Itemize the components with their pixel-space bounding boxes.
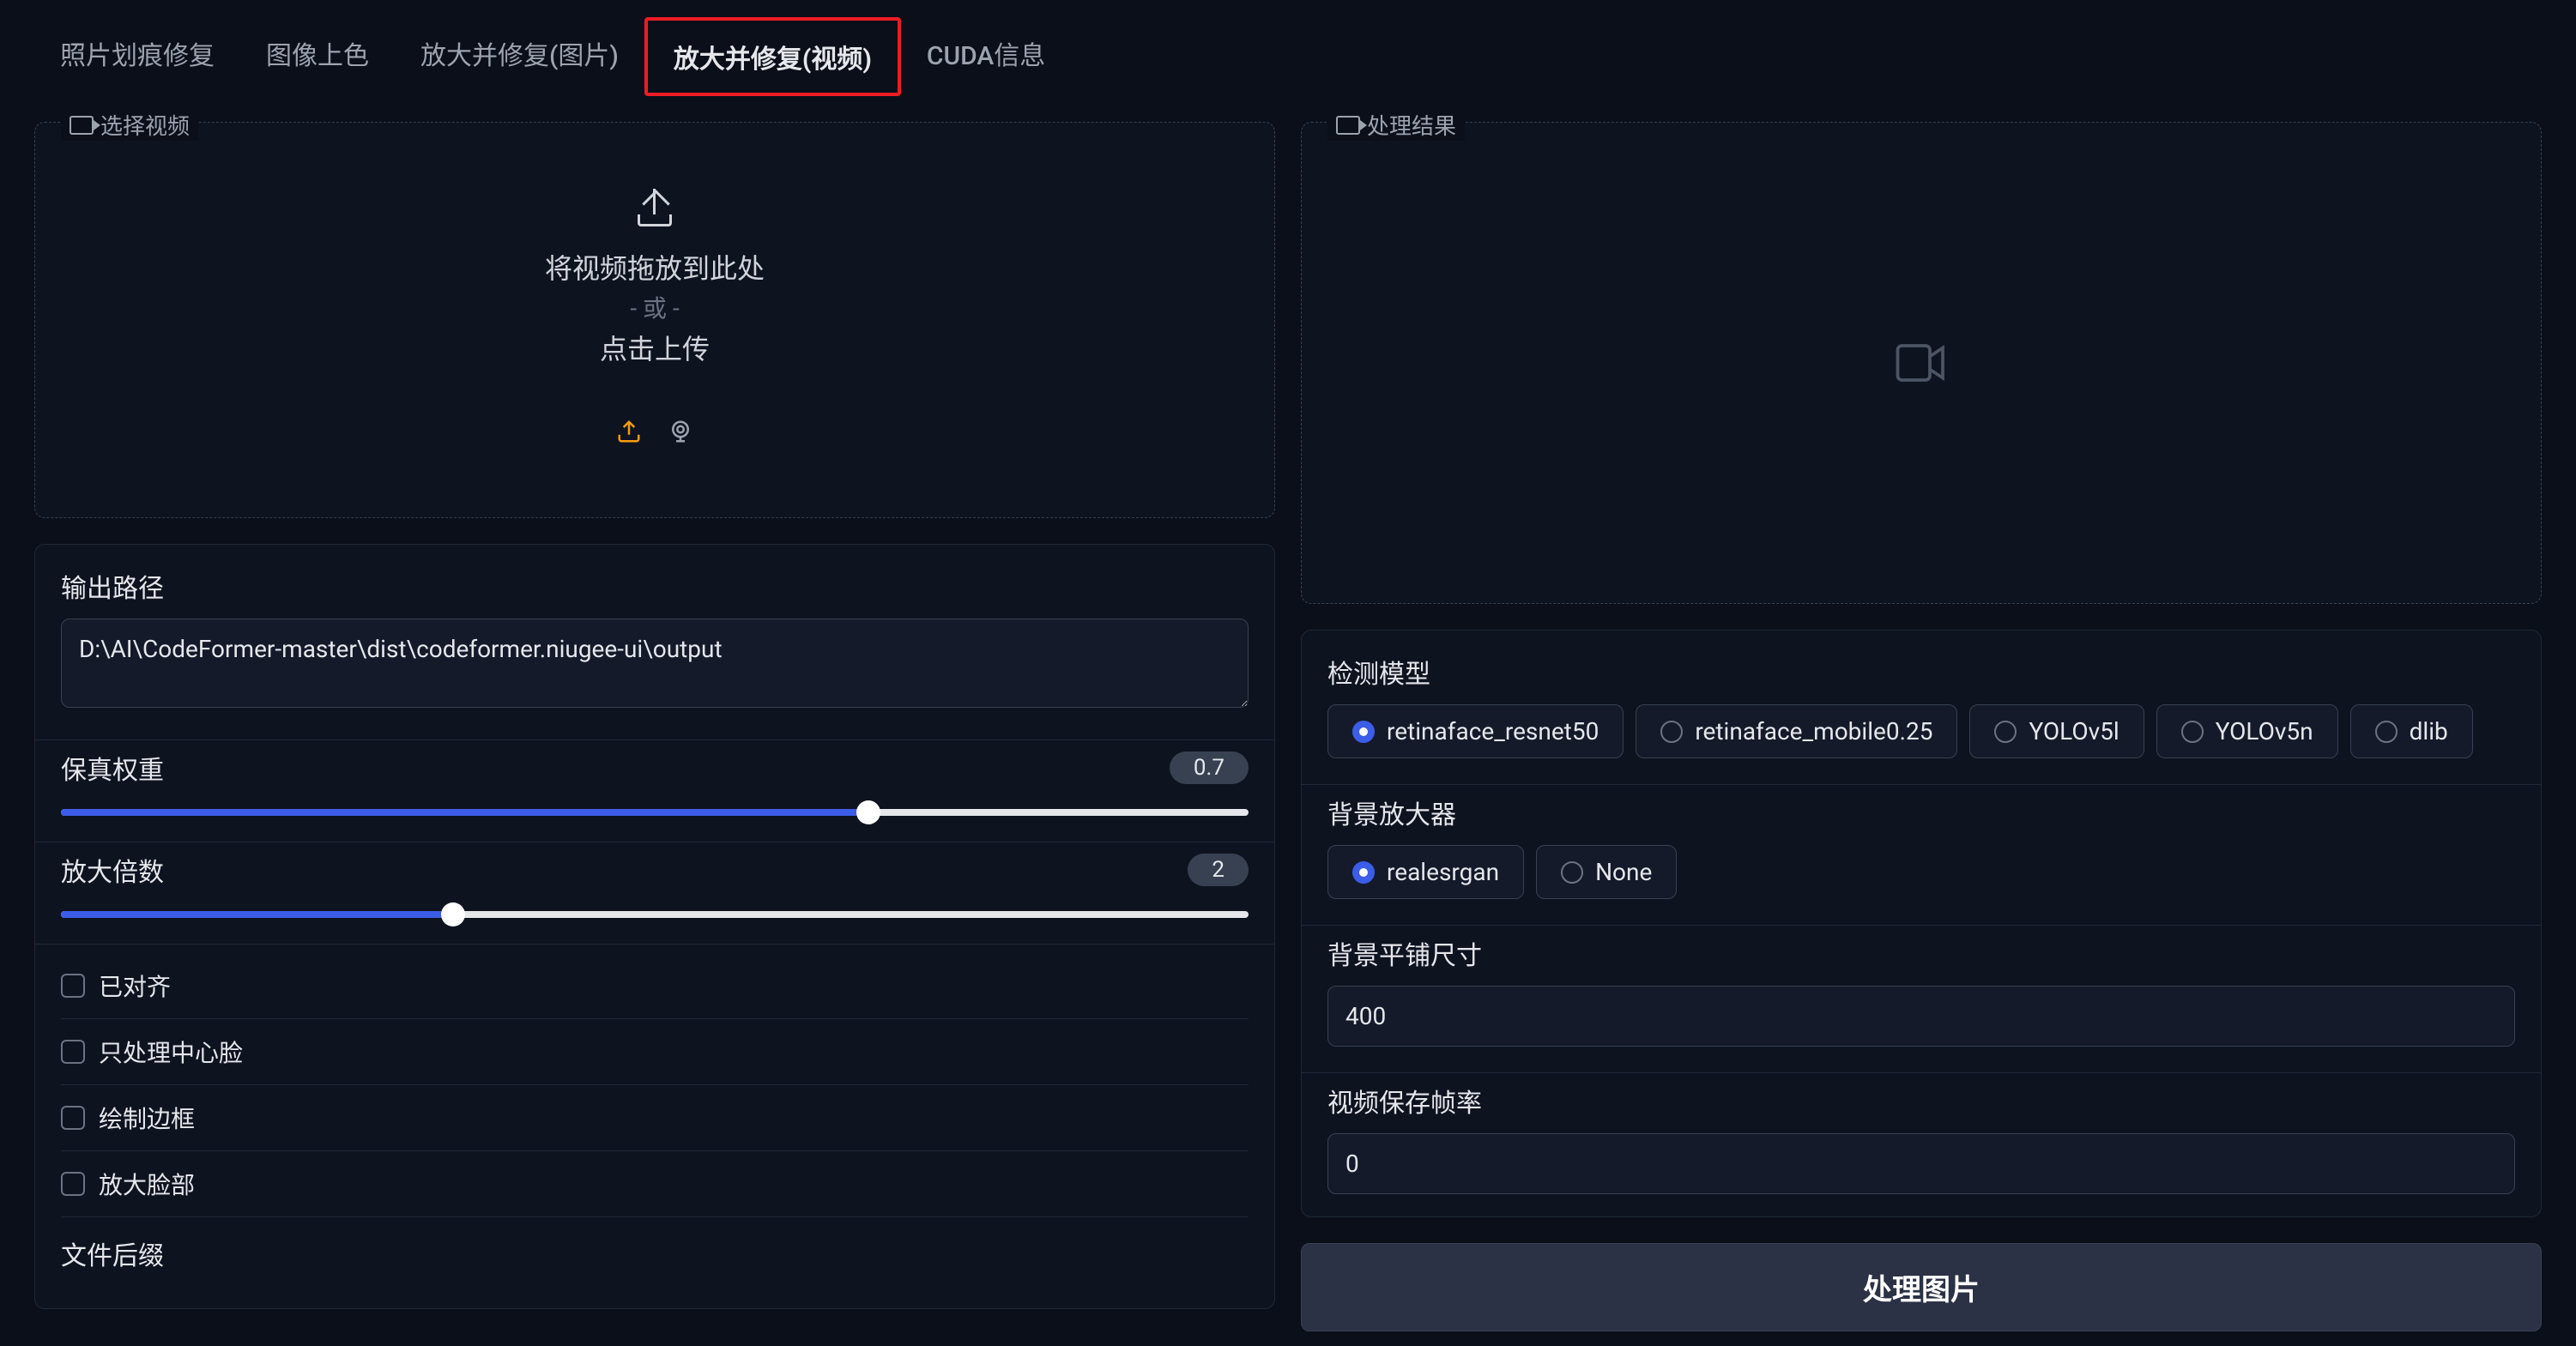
center-face-checkbox[interactable]: 只处理中心脸 [61, 1019, 1249, 1085]
video-fps-input[interactable] [1327, 1133, 2515, 1194]
result-panel: 处理结果 [1301, 122, 2542, 604]
checkbox-icon [61, 1040, 85, 1064]
radio-label: retinaface_mobile0.25 [1695, 717, 1932, 745]
draw-box-label: 绘制边框 [99, 1101, 195, 1135]
checkbox-icon [61, 974, 85, 998]
radio-icon [1994, 721, 2017, 743]
fidelity-label: 保真权重 [61, 749, 164, 787]
radio-icon [1352, 721, 1375, 743]
radio-icon [1352, 861, 1375, 884]
detect-model-retinaface-mobile[interactable]: retinaface_mobile0.25 [1636, 704, 1957, 758]
file-suffix-label: 文件后缀 [61, 1234, 1249, 1272]
right-form-panel: 检测模型 retinaface_resnet50 retinaface_mobi… [1301, 630, 2542, 1217]
left-form-panel: 输出路径 保真权重 0.7 放大倍数 2 [34, 544, 1275, 1309]
radio-icon [2181, 721, 2204, 743]
radio-label: realesrgan [1387, 858, 1499, 886]
upscale-face-checkbox[interactable]: 放大脸部 [61, 1151, 1249, 1217]
radio-icon [1660, 721, 1683, 743]
bg-tile-label: 背景平铺尺寸 [1327, 934, 2515, 972]
checkbox-icon [61, 1172, 85, 1196]
upload-click-text: 点击上传 [600, 328, 710, 367]
upload-dropzone[interactable]: 将视频拖放到此处 - 或 - 点击上传 [52, 140, 1257, 500]
detect-model-label: 检测模型 [1327, 653, 2515, 691]
aligned-checkbox[interactable]: 已对齐 [61, 953, 1249, 1019]
upload-or-text: - 或 - [630, 290, 679, 324]
tab-colorize[interactable]: 图像上色 [240, 17, 395, 96]
radio-label: YOLOv5n [2216, 717, 2313, 745]
process-button[interactable]: 处理图片 [1301, 1243, 2542, 1331]
tab-cuda-info[interactable]: CUDA信息 [901, 17, 1071, 96]
radio-icon [1561, 861, 1583, 884]
aligned-label: 已对齐 [99, 969, 171, 1003]
output-path-input[interactable] [61, 619, 1249, 708]
upload-icon [634, 189, 675, 230]
upscale-value: 2 [1188, 854, 1249, 886]
tab-upscale-image[interactable]: 放大并修复(图片) [395, 17, 644, 96]
radio-label: dlib [2410, 717, 2448, 745]
result-placeholder [1319, 140, 2524, 586]
draw-box-checkbox[interactable]: 绘制边框 [61, 1085, 1249, 1151]
radio-icon [2375, 721, 2398, 743]
radio-label: None [1595, 858, 1652, 886]
tab-upscale-video[interactable]: 放大并修复(视频) [644, 17, 901, 96]
video-icon [70, 116, 94, 135]
bg-upsampler-realesrgan[interactable]: realesrgan [1327, 845, 1524, 899]
result-label-text: 处理结果 [1367, 109, 1456, 141]
webcam-button[interactable] [668, 419, 693, 451]
upscale-label: 放大倍数 [61, 851, 164, 889]
fidelity-slider[interactable] [61, 809, 1249, 816]
video-fps-label: 视频保存帧率 [1327, 1082, 2515, 1120]
bg-tile-input[interactable] [1327, 986, 2515, 1047]
upload-file-button[interactable] [616, 419, 642, 451]
bg-upsampler-label: 背景放大器 [1327, 794, 2515, 831]
checkbox-icon [61, 1106, 85, 1130]
radio-label: retinaface_resnet50 [1387, 717, 1599, 745]
detect-model-dlib[interactable]: dlib [2350, 704, 2473, 758]
tab-scratch-repair[interactable]: 照片划痕修复 [34, 17, 240, 96]
upscale-face-label: 放大脸部 [99, 1167, 195, 1201]
select-video-label-text: 选择视频 [100, 109, 190, 141]
detect-model-yolov5l[interactable]: YOLOv5l [1969, 704, 2144, 758]
bg-upsampler-none[interactable]: None [1536, 845, 1677, 899]
result-label: 处理结果 [1327, 109, 1465, 141]
radio-label: YOLOv5l [2029, 717, 2119, 745]
select-video-panel: 选择视频 将视频拖放到此处 - 或 - 点击上传 [34, 122, 1275, 518]
fidelity-value: 0.7 [1170, 751, 1249, 784]
upscale-slider[interactable] [61, 911, 1249, 918]
detect-model-retinaface-resnet50[interactable]: retinaface_resnet50 [1327, 704, 1624, 758]
tabs: 照片划痕修复 图像上色 放大并修复(图片) 放大并修复(视频) CUDA信息 [0, 0, 2576, 122]
center-face-label: 只处理中心脸 [99, 1035, 243, 1069]
video-icon [1336, 116, 1360, 135]
select-video-label: 选择视频 [61, 109, 198, 141]
detect-model-yolov5n[interactable]: YOLOv5n [2156, 704, 2338, 758]
output-path-label: 输出路径 [61, 567, 1249, 605]
upload-drop-text: 将视频拖放到此处 [545, 247, 765, 287]
